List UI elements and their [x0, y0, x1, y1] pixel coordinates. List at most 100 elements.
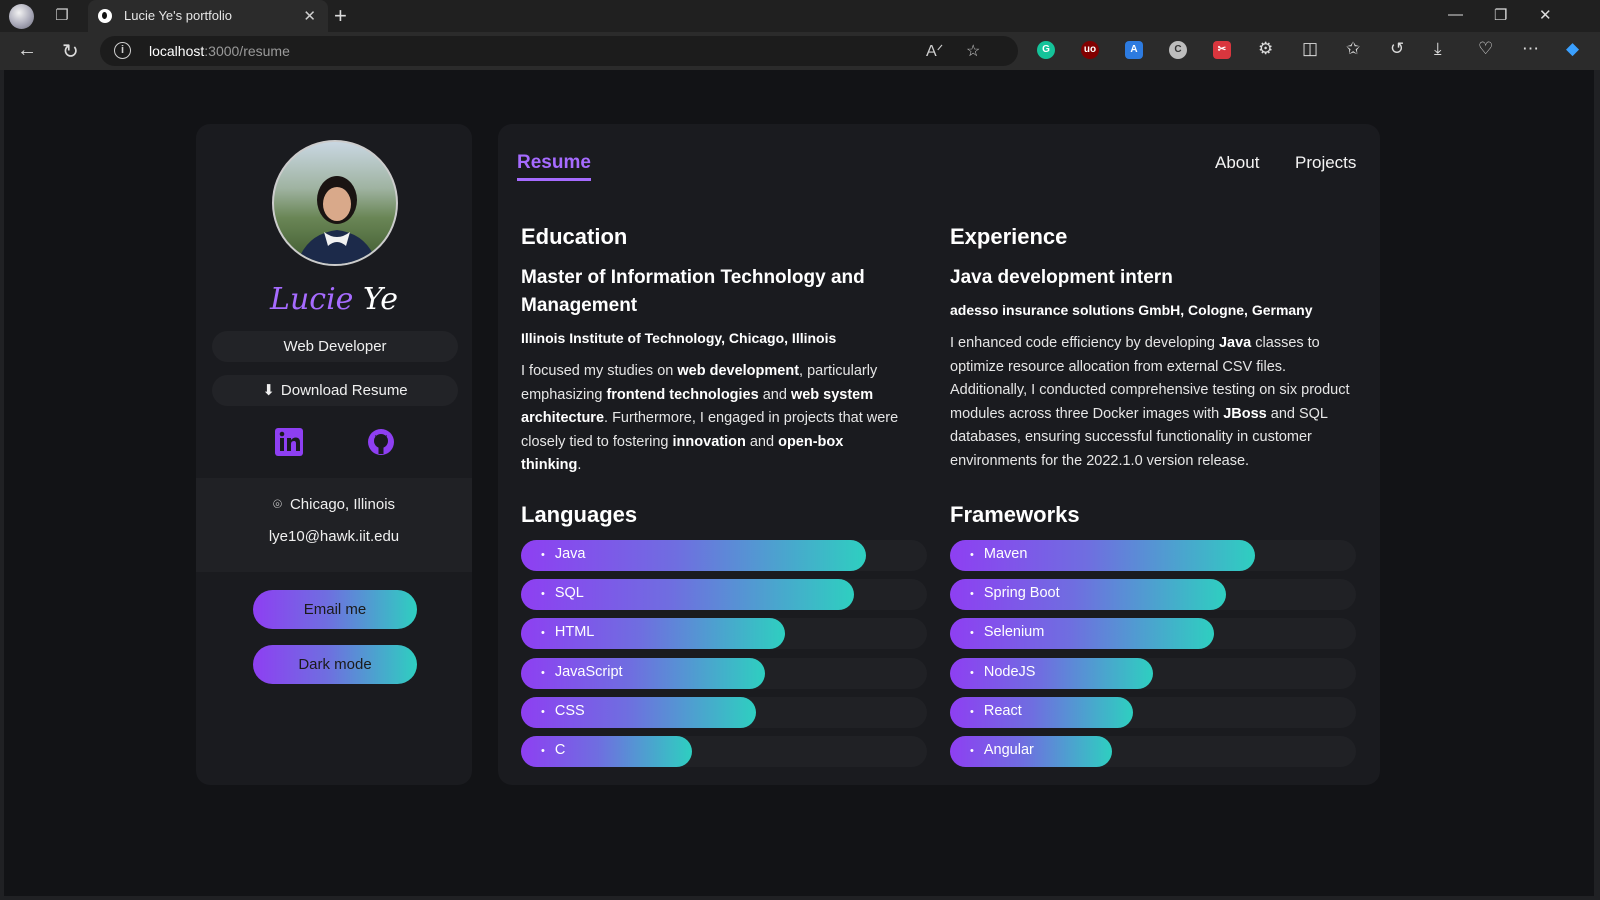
job-title: Java development intern: [950, 267, 1173, 288]
role-badge: Web Developer: [212, 331, 458, 362]
back-arrow-icon[interactable]: ←: [17, 39, 37, 62]
extension-c-icon[interactable]: C: [1169, 41, 1187, 59]
nav-about-link[interactable]: About: [1215, 153, 1259, 173]
skill-label: Java: [541, 546, 586, 562]
skill-bar-c: C: [521, 736, 927, 767]
languages-section: Languages Java SQL HTML JavaScript CSS C: [521, 502, 927, 780]
email-me-button[interactable]: Email me: [253, 590, 417, 629]
copilot-icon[interactable]: ◆: [1566, 39, 1579, 59]
last-name: Ye: [363, 282, 398, 317]
contact-info: ⌾ Chicago, Illinois lye10@hawk.iit.edu: [196, 478, 472, 572]
workspaces-icon[interactable]: ❐: [50, 5, 74, 27]
skill-bar-nodejs: NodeJS: [950, 657, 1356, 689]
favorite-star-icon[interactable]: ☆: [966, 41, 980, 61]
skill-bar-selenium: Selenium: [950, 618, 1356, 650]
nav-resume-tab[interactable]: Resume: [517, 152, 591, 181]
nav-projects-link[interactable]: Projects: [1295, 153, 1356, 173]
github-icon[interactable]: [366, 427, 396, 457]
profile-name: Lucie Ye: [196, 282, 472, 317]
skill-label: Spring Boot: [970, 585, 1060, 601]
address-bar[interactable]: i localhost:3000/resume Aᐟ ☆: [100, 36, 1018, 66]
skill-label: JavaScript: [541, 664, 623, 680]
skill-bar-maven: Maven: [950, 540, 1356, 571]
edu-text-6: .: [577, 457, 582, 473]
linkedin-icon[interactable]: [274, 427, 304, 457]
edu-bold-4: innovation: [672, 433, 746, 450]
experience-section: Experience Java development intern adess…: [950, 224, 1360, 473]
skill-label: C: [541, 742, 565, 758]
resume-panel: Resume About Projects Education Master o…: [498, 124, 1380, 785]
download-resume-label: Download Resume: [280, 382, 408, 399]
translate-icon[interactable]: A: [1125, 41, 1143, 59]
url-path: :3000/resume: [204, 43, 290, 59]
skill-label: NodeJS: [970, 664, 1036, 680]
education-section: Education Master of Information Technolo…: [521, 224, 901, 478]
extensions-puzzle-icon[interactable]: ⚙: [1258, 39, 1273, 59]
email-address: lye10@hawk.iit.edu: [268, 528, 400, 545]
performance-icon[interactable]: ♡: [1478, 39, 1493, 59]
skill-label: SQL: [541, 585, 584, 601]
exp-text-1: I enhanced code efficiency by developing: [950, 335, 1219, 351]
skill-bar-spring-boot: Spring Boot: [950, 579, 1356, 611]
edu-bold-1: web development: [677, 363, 800, 379]
skill-bar-css: CSS: [521, 696, 927, 728]
skill-bar-javascript: JavaScript: [521, 657, 927, 689]
skill-bar-sql: SQL: [521, 579, 927, 611]
site-favicon-icon: [98, 9, 112, 23]
close-window-icon[interactable]: ✕: [1539, 6, 1552, 24]
grammarly-icon[interactable]: G: [1037, 41, 1055, 59]
education-description: I focused my studies on web development,…: [521, 360, 901, 478]
skill-bar-html: HTML: [521, 618, 927, 650]
tab-title: Lucie Ye's portfolio: [124, 8, 233, 23]
browser-tab-bar: ❐ Lucie Ye's portfolio ✕ + — ❐ ✕: [0, 0, 1600, 32]
school-name: Illinois Institute of Technology, Chicag…: [521, 330, 837, 346]
experience-description: I enhanced code efficiency by developing…: [950, 332, 1360, 473]
extension-red-icon[interactable]: ✂: [1213, 41, 1231, 59]
page-content: Lucie Ye Web Developer ⬇ Download Resume …: [4, 70, 1594, 896]
experience-heading: Experience: [950, 224, 1068, 249]
frameworks-heading: Frameworks: [950, 502, 1080, 527]
new-tab-icon[interactable]: +: [334, 3, 347, 29]
browser-tab-active[interactable]: Lucie Ye's portfolio ✕: [88, 0, 328, 32]
dark-mode-button[interactable]: Dark mode: [253, 645, 417, 684]
skill-label: Selenium: [970, 624, 1044, 640]
skill-bar-react: React: [950, 696, 1356, 728]
skill-label: React: [970, 703, 1022, 719]
restore-window-icon[interactable]: ❐: [1494, 6, 1507, 24]
education-heading: Education: [521, 224, 628, 249]
split-screen-icon[interactable]: ◫: [1302, 39, 1318, 59]
download-icon: ⬇: [262, 382, 275, 399]
minimize-window-icon[interactable]: —: [1448, 6, 1463, 23]
skill-label: Maven: [970, 546, 1028, 562]
history-icon[interactable]: ↺: [1390, 39, 1404, 59]
degree-title: Master of Information Technology and Man…: [521, 267, 865, 316]
edu-text-1: I focused my studies on: [521, 363, 678, 379]
frameworks-bars: Maven Spring Boot Selenium NodeJS React Angul…: [950, 540, 1356, 780]
download-resume-button[interactable]: ⬇ Download Resume: [212, 375, 458, 406]
languages-heading: Languages: [521, 502, 638, 527]
exp-bold-2: JBoss: [1223, 405, 1267, 422]
downloads-icon[interactable]: ⤓: [1434, 39, 1442, 59]
frameworks-section: Frameworks Maven Spring Boot Selenium NodeJ…: [950, 502, 1356, 780]
ublock-icon[interactable]: uo: [1081, 41, 1099, 59]
first-name: Lucie: [270, 282, 354, 317]
location-pin-icon: ⌾: [272, 496, 282, 513]
skill-label: CSS: [541, 703, 585, 719]
refresh-icon[interactable]: ↻: [62, 39, 79, 64]
profile-avatar-icon[interactable]: [9, 4, 34, 29]
edu-text-5: and: [745, 433, 779, 450]
location-text: Chicago, Illinois: [289, 496, 396, 513]
skill-bar-angular: Angular: [950, 736, 1356, 767]
avatar: [272, 140, 398, 266]
close-tab-icon[interactable]: ✕: [303, 7, 316, 25]
profile-photo: [297, 176, 377, 264]
favorites-icon[interactable]: ✩: [1346, 39, 1360, 59]
more-menu-icon[interactable]: ⋯: [1522, 39, 1539, 59]
read-aloud-icon[interactable]: Aᐟ: [926, 41, 943, 61]
site-info-icon[interactable]: i: [114, 42, 131, 59]
company-name: adesso insurance solutions GmbH, Cologne…: [950, 302, 1313, 318]
url-text: localhost:3000/resume: [149, 43, 290, 59]
exp-bold-1: Java: [1218, 335, 1252, 351]
languages-bars: Java SQL HTML JavaScript CSS C: [521, 540, 927, 780]
skill-label: Angular: [970, 742, 1034, 758]
